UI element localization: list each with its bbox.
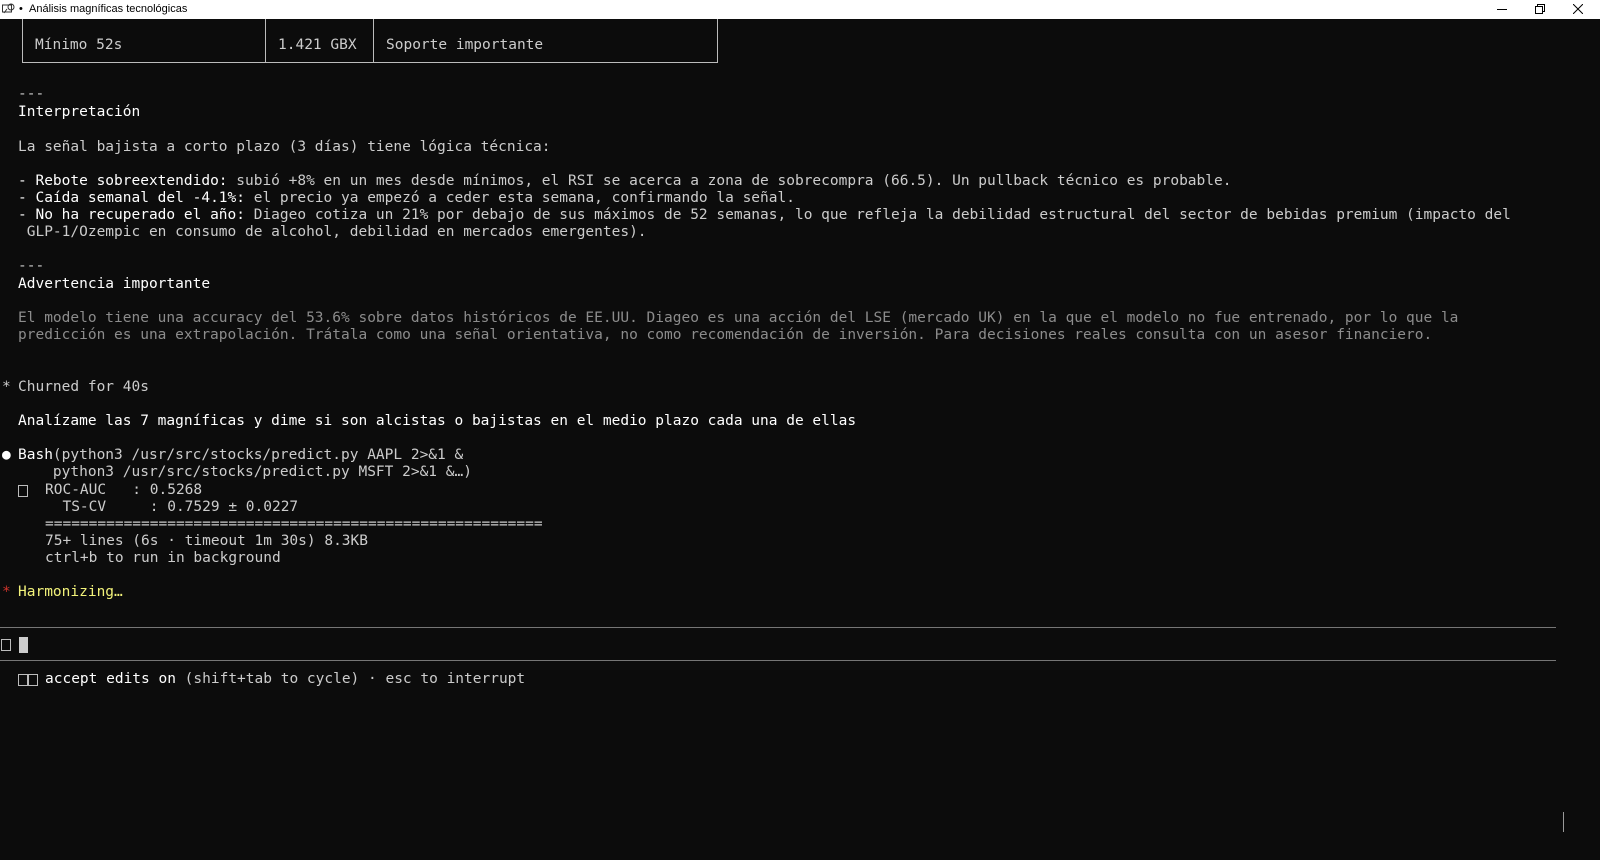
terminal-output[interactable]: Mínimo 52s 1.421 GBX Soporte importante …: [0, 19, 1586, 860]
warning-text: predicción es una extrapolación. Trátala…: [18, 327, 1433, 343]
bullet-bold: Rebote sobreextendido:: [35, 173, 228, 189]
tool-args: (python3 /usr/src/stocks/predict.py AAPL…: [52, 447, 464, 463]
bullet-text: el precio ya empezó a ceder esta semana,…: [244, 190, 795, 206]
bullet-text: subió +8% en un mes desde mínimos, el RS…: [227, 173, 1232, 189]
bullet-dash: -: [18, 207, 36, 223]
tool-output-line: ROC-AUC : 0.5268: [45, 482, 203, 498]
warning-text: El modelo tiene una accuracy del 53.6% s…: [18, 310, 1459, 326]
tool-call-header[interactable]: Bash(python3 /usr/src/stocks/predict.py …: [18, 447, 463, 464]
table-cell-label: Mínimo 52s: [35, 37, 123, 53]
churned-status: Churned for 40s: [18, 379, 149, 395]
bullet-dash: -: [18, 173, 36, 189]
accept-edits-icon: [18, 674, 28, 686]
table-column-divider: [265, 19, 266, 62]
scrollbar-thumb[interactable]: [1563, 812, 1564, 832]
tool-output-summary: 75+ lines (6s · timeout 1m 30s) 8.3KB: [45, 533, 369, 549]
section-divider: ---: [18, 86, 45, 102]
output-tree-icon: [18, 485, 28, 497]
user-prompt: Analízame las 7 magníficas y dime si son…: [18, 413, 857, 429]
bullet-continuation: GLP-1/Ozempic en consumo de alcohol, deb…: [18, 224, 647, 240]
accept-edits-icon: [28, 674, 38, 686]
bullet-item: - Caída semanal del -4.1%: el precio ya …: [18, 190, 795, 207]
results-table: Mínimo 52s 1.421 GBX Soporte importante: [22, 19, 718, 63]
status-text: Harmonizing…: [18, 584, 123, 600]
accept-edits-label: accept edits on: [45, 671, 176, 687]
restore-icon: [1535, 4, 1545, 14]
bullet-item: - No ha recuperado el año: Diageo cotiza…: [18, 207, 1511, 224]
minimize-icon: [1497, 9, 1507, 10]
minimize-button[interactable]: [1483, 0, 1521, 19]
table-column-divider: [373, 19, 374, 62]
title-dot: •: [19, 3, 23, 15]
close-icon: [1573, 4, 1583, 14]
prompt-input[interactable]: [19, 637, 28, 653]
churned-marker: *: [2, 379, 11, 395]
warning-heading: Advertencia importante: [18, 276, 211, 292]
bullet-dash: -: [18, 190, 36, 206]
tool-name: Bash: [18, 447, 53, 463]
bullet-bold: No ha recuperado el año:: [35, 207, 245, 223]
section-divider: ---: [18, 258, 45, 274]
tool-output-rule: ========================================…: [45, 516, 543, 532]
prompt-caret-icon: [1, 639, 11, 651]
input-bottom-border: [0, 660, 1556, 661]
terminal-app-icon: [2, 3, 15, 14]
tool-output-line: TS-CV : 0.7529 ± 0.0227: [45, 499, 299, 515]
mode-hint: (shift+tab to cycle) · esc to interrupt: [175, 671, 526, 687]
window-title-bar: • Análisis magníficas tecnológicas: [0, 0, 1600, 19]
table-cell-note: Soporte importante: [386, 37, 544, 53]
tool-call-bullet: ●: [2, 447, 11, 463]
mode-indicator[interactable]: accept edits on (shift+tab to cycle) · e…: [45, 671, 525, 688]
interpretation-heading: Interpretación: [18, 104, 141, 120]
input-top-border: [0, 627, 1556, 628]
interpretation-intro: La señal bajista a corto plazo (3 días) …: [18, 139, 551, 155]
background-hint: ctrl+b to run in background: [45, 550, 281, 566]
bullet-bold: Caída semanal del -4.1%:: [35, 190, 245, 206]
tool-args-continuation: python3 /usr/src/stocks/predict.py MSFT …: [18, 464, 472, 480]
table-cell-value: 1.421 GBX: [278, 37, 357, 53]
status-spinner-icon: *: [2, 584, 11, 600]
bullet-item: - Rebote sobreextendido: subió +8% en un…: [18, 173, 1231, 190]
window-title: Análisis magníficas tecnológicas: [29, 3, 188, 15]
bullet-text: Diageo cotiza un 21% por debajo de sus m…: [244, 207, 1511, 223]
close-button[interactable]: [1559, 0, 1597, 19]
restore-button[interactable]: [1521, 0, 1559, 19]
